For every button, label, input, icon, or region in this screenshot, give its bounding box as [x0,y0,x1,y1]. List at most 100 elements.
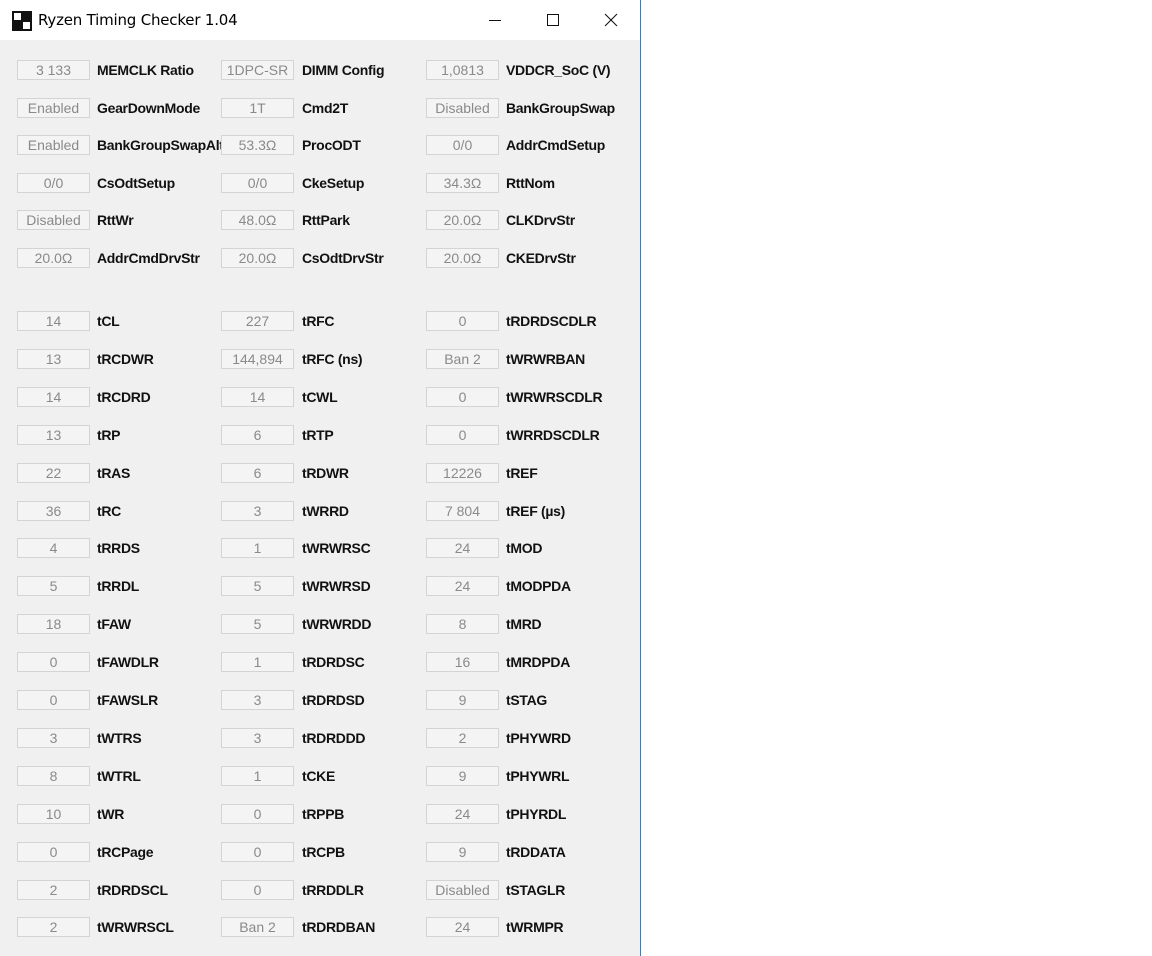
tref-label: tREF [506,464,538,481]
twtrs-value-field[interactable]: 3 [17,727,90,748]
addrcmdsetup-value-field[interactable]: 0/0 [426,135,499,156]
twrwrscl-value-field[interactable]: 2 [17,917,90,938]
trcdwr-value-field[interactable]: 13 [17,348,90,369]
procodt-value-field[interactable]: 53.3Ω [221,135,294,156]
trcdrd-value-field[interactable]: 14 [17,386,90,407]
trfc-ns-label: tRFC (ns) [302,350,363,367]
trrds-value-field[interactable]: 4 [17,538,90,559]
tphywrl-label: tPHYWRL [506,767,570,784]
twrmpr-value-field[interactable]: 24 [426,917,499,938]
maximize-icon [547,14,559,26]
trppb-value-field[interactable]: 0 [221,803,294,824]
twr-value-field[interactable]: 10 [17,803,90,824]
tmrd-value-field[interactable]: 8 [426,614,499,635]
tstaglr-value-field[interactable]: Disabled [426,879,499,900]
twtrl-value-field[interactable]: 8 [17,765,90,786]
tstaglr-label: tSTAGLR [506,881,566,898]
tphyrdl-value-field[interactable]: 24 [426,803,499,824]
rttpark-value-field[interactable]: 48.0Ω [221,210,294,231]
tcl-value-field[interactable]: 14 [17,311,90,331]
dimm-config-value-field[interactable]: 1DPC-SR [221,60,294,80]
rttwr-value-field[interactable]: Disabled [17,210,90,231]
twrwrsd-value-field[interactable]: 5 [221,576,294,597]
trdrdscdlr-value-field[interactable]: 0 [426,311,499,331]
trppb-label: tRPPB [302,805,345,822]
tref-s-value-field[interactable]: 7 804 [426,500,499,521]
twrwrsc-value-field[interactable]: 1 [221,538,294,559]
maximize-button[interactable] [524,0,582,40]
vddcr-soc-v-value-field[interactable]: 1,0813 [426,60,499,80]
trrddlr-value-field[interactable]: 0 [221,879,294,900]
trdrdsc-value-field[interactable]: 1 [221,652,294,673]
trdrdsd-value-field[interactable]: 3 [221,690,294,710]
trdrddd-value-field[interactable]: 3 [221,727,294,748]
trfc-ns-value-field[interactable]: 144,894 [221,348,294,369]
tcwl-value-field[interactable]: 14 [221,386,294,407]
minimize-icon [489,20,501,21]
tras-value-field[interactable]: 22 [17,462,90,483]
tref-value-field[interactable]: 12226 [426,462,499,483]
bankgroupswapalt-value-field[interactable]: Enabled [17,135,90,156]
rttnom-value-field[interactable]: 34.3Ω [426,172,499,193]
trtp-label: tRTP [302,426,334,443]
tcke-label: tCKE [302,767,336,784]
trrds-label: tRRDS [97,540,140,557]
trdrdscl-label: tRDRDSCL [97,881,168,898]
tphywrl-value-field[interactable]: 9 [426,765,499,786]
app-window: Ryzen Timing Checker 1.04 3 133 MEMCLK Ra… [0,0,641,956]
trdwr-value-field[interactable]: 6 [221,462,294,483]
twrwrdd-value-field[interactable]: 5 [221,614,294,635]
trrddlr-label: tRRDDLR [302,881,364,898]
trcpb-label: tRCPB [302,843,345,860]
rttpark-label: RttPark [302,212,350,229]
tphywrd-value-field[interactable]: 2 [426,727,499,748]
trddata-value-field[interactable]: 9 [426,841,499,862]
ckedrvstr-label: CKEDrvStr [506,250,576,266]
app-icon [12,11,32,31]
addrcmddrvstr-value-field[interactable]: 20.0Ω [17,248,90,268]
trfc-value-field[interactable]: 227 [221,311,294,331]
ckesetup-value-field[interactable]: 0/0 [221,172,294,193]
tmod-value-field[interactable]: 24 [426,538,499,559]
clkdrvstr-value-field[interactable]: 20.0Ω [426,210,499,231]
bankgroupswapalt-label: BankGroupSwapAlt [97,137,224,154]
tfawdlr-value-field[interactable]: 0 [17,652,90,673]
trp-value-field[interactable]: 13 [17,424,90,445]
tfaw-value-field[interactable]: 18 [17,614,90,635]
tcke-value-field[interactable]: 1 [221,765,294,786]
csodtdrvstr-value-field[interactable]: 20.0Ω [221,248,294,268]
window-title: Ryzen Timing Checker 1.04 [38,11,238,29]
cmd2t-value-field[interactable]: 1T [221,97,294,118]
title-bar[interactable]: Ryzen Timing Checker 1.04 [0,0,640,40]
trdrdban-value-field[interactable]: Ban 2 [221,917,294,938]
trdwr-label: tRDWR [302,464,349,481]
vddcr-soc-v-label: VDDCR_SoC (V) [506,62,611,78]
bankgroupswap-value-field[interactable]: Disabled [426,97,499,118]
twrrdscdlr-value-field[interactable]: 0 [426,424,499,445]
ckedrvstr-value-field[interactable]: 20.0Ω [426,248,499,268]
csodtdrvstr-label: CsOdtDrvStr [302,250,384,266]
trcpage-value-field[interactable]: 0 [17,841,90,862]
tphyrdl-label: tPHYRDL [506,805,567,822]
minimize-button[interactable] [466,0,524,40]
geardownmode-value-field[interactable]: Enabled [17,97,90,118]
twrwrban-value-field[interactable]: Ban 2 [426,348,499,369]
tstag-value-field[interactable]: 9 [426,690,499,710]
close-button[interactable] [582,0,640,40]
trtp-value-field[interactable]: 6 [221,424,294,445]
trc-value-field[interactable]: 36 [17,500,90,521]
twtrs-label: tWTRS [97,729,142,746]
csodtsetup-value-field[interactable]: 0/0 [17,172,90,193]
tmrdpda-value-field[interactable]: 16 [426,652,499,673]
trrdl-value-field[interactable]: 5 [17,576,90,597]
tfawslr-value-field[interactable]: 0 [17,690,90,710]
twrrdscdlr-label: tWRRDSCDLR [506,426,600,443]
trcpb-value-field[interactable]: 0 [221,841,294,862]
trdrdscl-value-field[interactable]: 2 [17,879,90,900]
tmodpda-value-field[interactable]: 24 [426,576,499,597]
twrrd-value-field[interactable]: 3 [221,500,294,521]
memclk-ratio-value-field[interactable]: 3 133 [17,60,90,80]
addrcmddrvstr-label: AddrCmdDrvStr [97,250,200,266]
twrwrscdlr-value-field[interactable]: 0 [426,386,499,407]
tmrd-label: tMRD [506,616,542,633]
